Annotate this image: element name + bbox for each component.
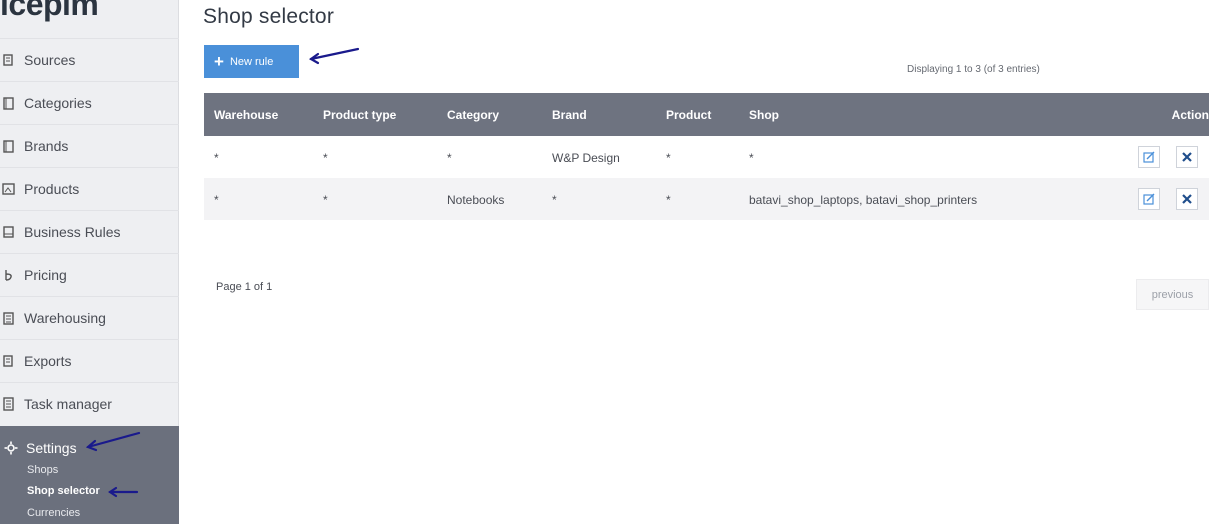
sidebar-item-label: Task manager: [24, 396, 112, 412]
sidebar-item-label: Warehousing: [24, 310, 106, 326]
page-title: Shop selector: [203, 5, 335, 28]
sidebar-item-task-manager[interactable]: Task manager: [0, 382, 179, 425]
sidebar-item-categories[interactable]: Categories: [0, 81, 179, 124]
brands-icon: [2, 139, 16, 153]
col-brand[interactable]: Brand: [552, 108, 587, 122]
gear-icon: [4, 441, 18, 455]
col-shop[interactable]: Shop: [749, 108, 779, 122]
sidebar-item-business-rules[interactable]: Business Rules: [0, 210, 179, 253]
sidebar-item-warehousing[interactable]: Warehousing: [0, 296, 179, 339]
sidebar-item-label: Exports: [24, 353, 72, 369]
delete-button[interactable]: [1176, 188, 1198, 210]
sidebar-item-pricing[interactable]: Pricing: [0, 253, 179, 296]
edit-icon: [1143, 193, 1155, 205]
table-row: * * * W&P Design * *: [204, 136, 1209, 178]
sidebar-item-label: Categories: [24, 95, 92, 111]
app-logo[interactable]: icepim: [0, 0, 99, 28]
sidebar-item-label: Products: [24, 181, 80, 197]
sidebar-item-exports[interactable]: Exports: [0, 339, 179, 382]
sidebar-item-label: Sources: [24, 52, 76, 68]
sidebar-item-label: Brands: [24, 138, 69, 154]
sources-icon: [2, 53, 16, 67]
arrow-new-rule-head: [308, 52, 320, 65]
cell-brand: W&P Design: [552, 151, 620, 165]
sub-item-shops[interactable]: Shops: [27, 464, 58, 476]
new-rule-button[interactable]: + New rule: [204, 45, 299, 78]
cell-category: Notebooks: [447, 193, 505, 207]
sidebar-item-brands[interactable]: Brands: [0, 124, 179, 167]
col-category[interactable]: Category: [447, 108, 499, 122]
cell-warehouse: *: [214, 151, 219, 165]
col-warehouse[interactable]: Warehouse: [214, 108, 278, 122]
products-icon: [2, 182, 16, 196]
cell-product: *: [666, 151, 671, 165]
sidebar-item-products[interactable]: Products: [0, 167, 179, 210]
plus-icon: +: [214, 52, 224, 71]
edit-icon: [1143, 151, 1155, 163]
task-manager-icon: [2, 397, 16, 411]
annotation-arrows: [85, 47, 360, 498]
close-icon: [1182, 152, 1192, 162]
col-action: Action: [1171, 108, 1209, 122]
sidebar-item-label: Pricing: [24, 267, 67, 283]
cell-shop: batavi_shop_laptops, batavi_shop_printer…: [749, 193, 978, 207]
table-header: Warehouse Product type Category Brand Pr…: [204, 93, 1209, 136]
page-info: Page 1 of 1: [216, 281, 273, 293]
cell-shop: *: [749, 151, 754, 165]
settings-header[interactable]: Settings: [4, 440, 77, 456]
cell-warehouse: *: [214, 193, 219, 207]
sidebar-item-sources[interactable]: Sources: [0, 38, 179, 81]
edit-button[interactable]: [1138, 146, 1160, 168]
col-product-type[interactable]: Product type: [323, 108, 396, 122]
warehousing-icon: [2, 311, 16, 325]
cell-brand: *: [552, 193, 557, 207]
settings-label: Settings: [26, 440, 77, 456]
cell-product-type: *: [323, 151, 328, 165]
business-rules-icon: [2, 225, 16, 239]
sub-item-shop-selector[interactable]: Shop selector: [27, 485, 100, 497]
delete-button[interactable]: [1176, 146, 1198, 168]
exports-icon: [2, 354, 16, 368]
new-rule-label: New rule: [229, 55, 274, 68]
cell-product-type: *: [323, 193, 328, 207]
table-row: * * Notebooks * * batavi_shop_laptops, b…: [204, 178, 1209, 220]
sidebar-item-settings[interactable]: Settings Shops Shop selector Currencies: [0, 426, 179, 524]
pricing-icon: [2, 268, 16, 282]
display-info: Displaying 1 to 3 (of 3 entries): [907, 64, 1040, 75]
arrow-new-rule: [309, 47, 360, 61]
edit-button[interactable]: [1138, 188, 1160, 210]
cell-product: *: [666, 193, 671, 207]
close-icon: [1182, 194, 1192, 204]
sidebar-nav: Sources Categories Brands Products Busin…: [0, 38, 179, 425]
col-product[interactable]: Product: [666, 108, 711, 122]
categories-icon: [2, 96, 16, 110]
previous-button[interactable]: previous: [1136, 279, 1209, 310]
sidebar: icepim Sources Categories Brands Product…: [0, 0, 179, 524]
cell-category: *: [447, 151, 452, 165]
sub-item-currencies[interactable]: Currencies: [27, 507, 80, 519]
rules-table: Warehouse Product type Category Brand Pr…: [204, 93, 1209, 220]
sidebar-item-label: Business Rules: [24, 224, 121, 240]
